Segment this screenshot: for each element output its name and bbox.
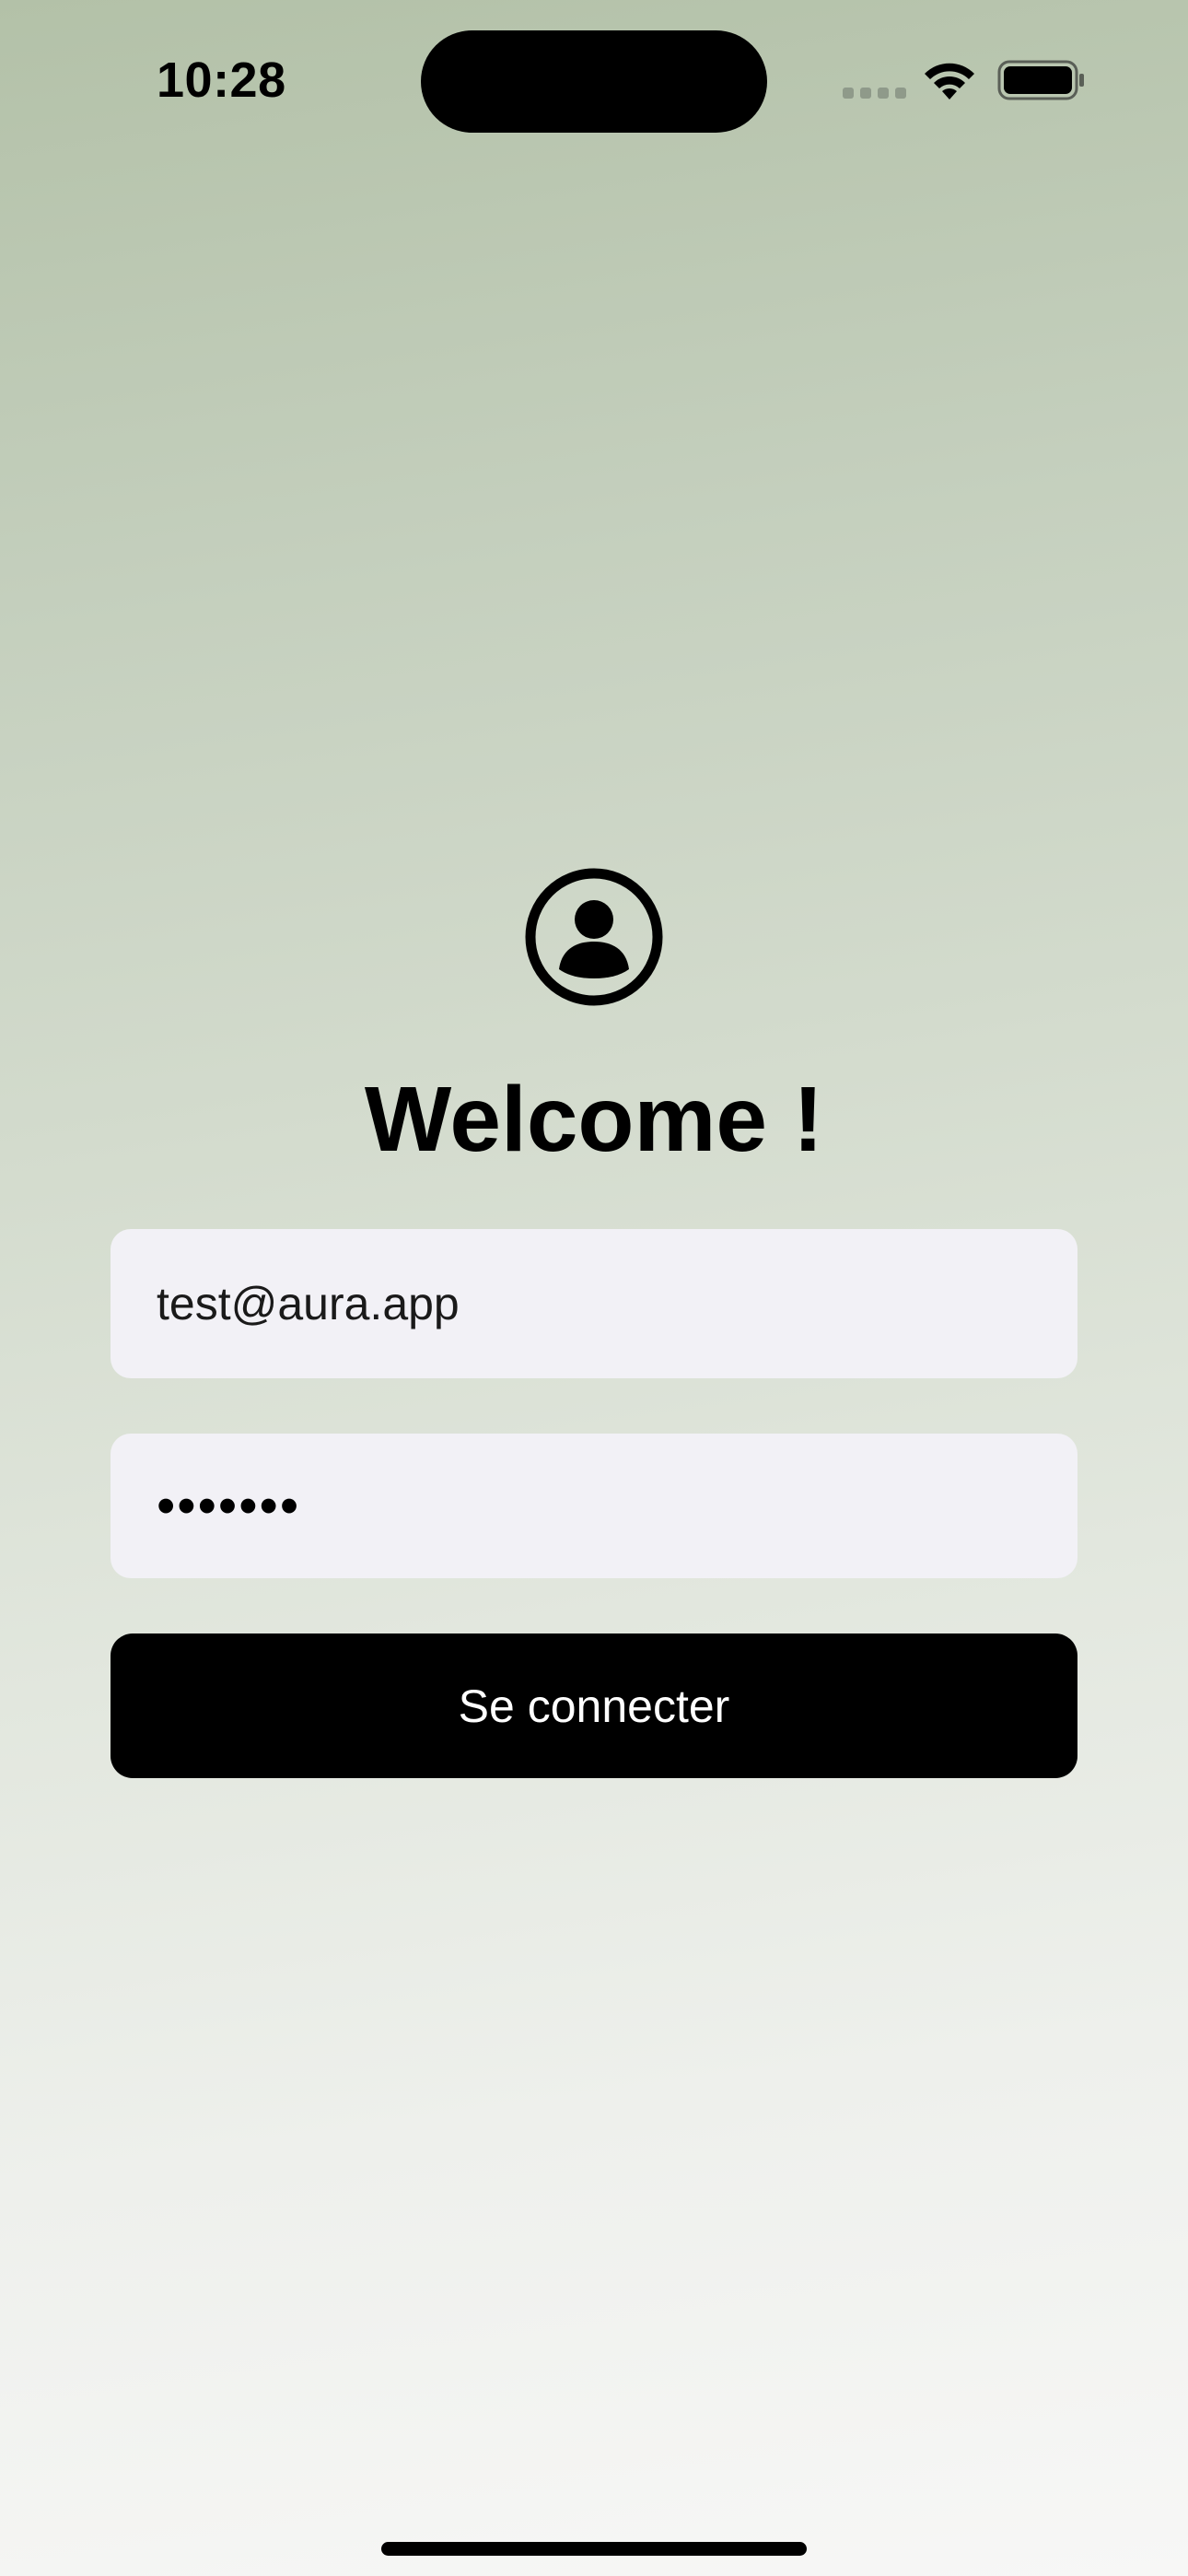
password-field[interactable]: •••••••	[111, 1434, 1077, 1578]
email-value: test@aura.app	[157, 1278, 460, 1329]
welcome-title: Welcome !	[364, 1068, 824, 1171]
login-button[interactable]: Se connecter	[111, 1633, 1077, 1778]
password-value: •••••••	[157, 1476, 301, 1536]
home-indicator[interactable]	[381, 2542, 807, 2556]
battery-icon	[997, 60, 1084, 100]
status-time: 10:28	[157, 53, 286, 108]
email-field[interactable]: test@aura.app	[111, 1229, 1077, 1378]
dynamic-island	[421, 30, 767, 133]
person-crop-circle-icon	[525, 868, 663, 1006]
cellular-signal-icon	[843, 88, 906, 99]
wifi-icon	[925, 63, 974, 100]
